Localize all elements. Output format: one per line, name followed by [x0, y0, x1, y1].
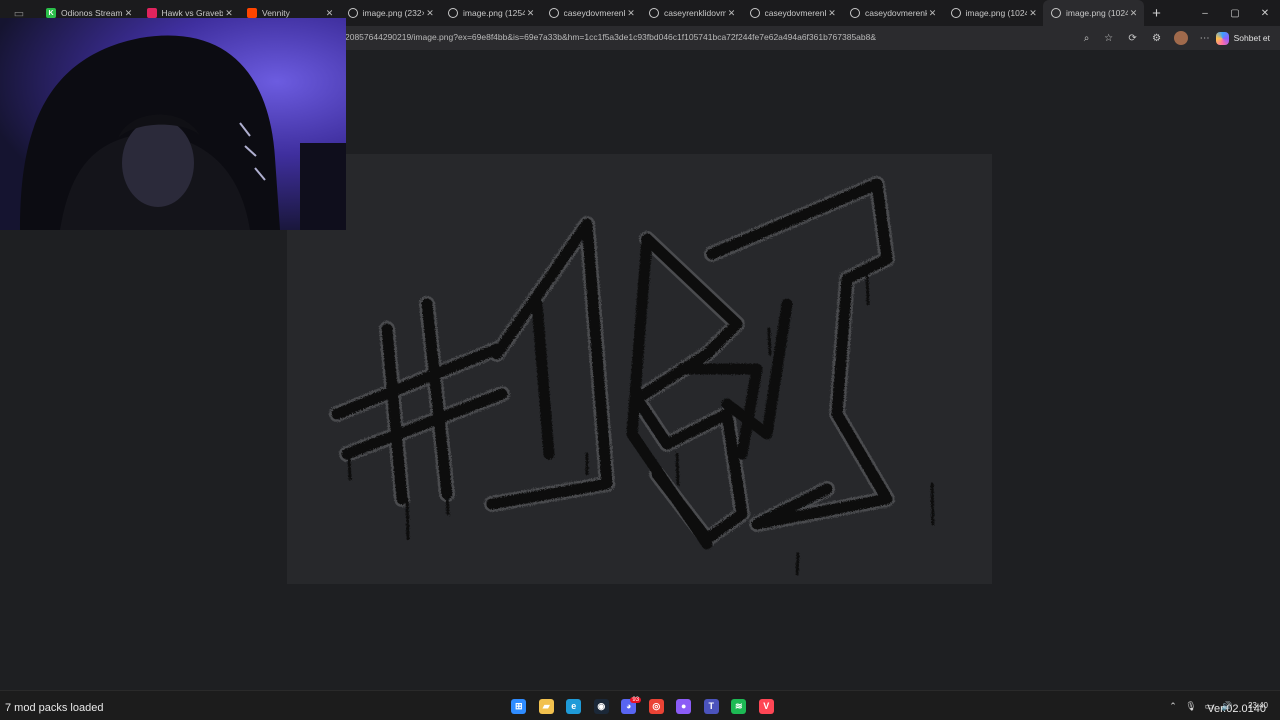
url-field[interactable]: 20857644290219/image.png?ex=69e8f4bb&is=…	[345, 32, 876, 42]
steam-icon: ◉	[593, 698, 609, 714]
chrome-icon: ◎	[648, 698, 664, 714]
globe-icon	[850, 8, 860, 18]
tab-close-icon[interactable]: ✕	[726, 8, 738, 19]
obs-taskbar-button[interactable]: ●	[670, 695, 698, 717]
maximize-button[interactable]: ▢	[1220, 8, 1250, 19]
tab-close-icon[interactable]: ✕	[826, 8, 838, 19]
profile-avatar[interactable]	[1173, 31, 1188, 45]
edge-icon: e	[566, 698, 582, 714]
obs-icon: ●	[676, 698, 692, 714]
close-window-button[interactable]: ✕	[1250, 8, 1280, 19]
tab-title: image.png (232×6	[362, 8, 425, 18]
tab-title: caseydovmerenkli	[764, 8, 827, 18]
tab-close-icon[interactable]: ✕	[525, 8, 537, 19]
mod-packs-status: 7 mod packs loaded	[5, 702, 104, 714]
graffiti-artwork	[329, 176, 935, 576]
copilot-label: Sohbet et	[1233, 33, 1270, 43]
graffiti-image[interactable]	[287, 154, 992, 584]
browser-tab[interactable]: image.png (1024×✕	[1043, 0, 1144, 26]
globe-icon	[749, 8, 760, 18]
browser-tab[interactable]: caseydovmerenkli ✕	[742, 0, 843, 26]
tab-close-icon[interactable]: ✕	[1027, 8, 1039, 19]
copilot-button[interactable]: Sohbet et	[1215, 31, 1280, 45]
extensions-icon[interactable]: ⟳	[1120, 33, 1146, 44]
browser-tab[interactable]: caseyrenklidovme ✕	[641, 0, 742, 26]
notification-badge: 93	[630, 697, 642, 703]
browser-tab[interactable]: image.png (232×6✕	[340, 0, 441, 26]
more-menu-icon[interactable]: ⋯	[1194, 33, 1216, 44]
window-controls: – ▢ ✕	[1190, 8, 1280, 19]
tab-title: image.png (1024×4	[965, 8, 1028, 18]
globe-icon	[448, 8, 458, 18]
windows-start-taskbar-button[interactable]: ⊞	[505, 695, 533, 717]
tab-title: Hawk vs Graveborn	[161, 8, 224, 18]
streamer-silhouette	[20, 35, 346, 230]
zoom-icon[interactable]: ⌕	[1076, 33, 1098, 44]
tab-close-icon[interactable]: ✕	[625, 8, 637, 19]
tray-overflow-icon[interactable]: ⌃	[1164, 701, 1182, 712]
tab-close-icon[interactable]: ✕	[223, 8, 235, 19]
version-overlay: Ver.02.0140	[1207, 703, 1266, 715]
tab-title: caseyrenklidovme	[664, 8, 726, 18]
browser-tab[interactable]: image.png (1254×1✕	[440, 0, 541, 26]
valorant-icon: V	[758, 698, 774, 714]
tab-title: image.png (1024×	[1066, 8, 1128, 18]
globe-icon	[347, 8, 358, 18]
spotify-icon: ≋	[731, 698, 747, 714]
windows-start-icon: ⊞	[511, 698, 527, 714]
tab-title: Odionos Stream - E	[61, 8, 123, 18]
tab-title: caseydovmerenkl	[563, 8, 626, 18]
tab-title: caseydovmerenkli	[865, 8, 927, 18]
teams-icon: T	[703, 698, 719, 714]
globe-icon	[649, 8, 659, 18]
globe-icon	[548, 8, 559, 18]
taskbar-apps: ⊞ ▰ e ◉ ◕ 93 ◎ ● T ≋ V	[505, 695, 780, 717]
tab-close-icon[interactable]: ✕	[1128, 8, 1140, 19]
teams-taskbar-button[interactable]: T	[698, 695, 726, 717]
webcam-overlay	[0, 18, 346, 230]
microphone-icon[interactable]: 🎙	[1182, 701, 1200, 712]
collections-icon[interactable]: ⚙	[1146, 33, 1168, 44]
globe-icon	[1051, 8, 1061, 18]
tab-title: Vennity	[262, 8, 290, 18]
folder-icon: ▰	[538, 698, 554, 714]
new-tab-button[interactable]: +	[1144, 5, 1170, 22]
steam-taskbar-button[interactable]: ◉	[588, 695, 616, 717]
red-icon	[146, 8, 157, 18]
tab-close-icon[interactable]: ✕	[123, 8, 135, 19]
minimize-button[interactable]: –	[1190, 8, 1220, 19]
k-icon: K	[46, 8, 56, 18]
tab-title: image.png (1254×1	[463, 8, 525, 18]
browser-tab[interactable]: caseydovmerenkl ✕	[541, 0, 642, 26]
tab-close-icon[interactable]: ✕	[424, 8, 436, 19]
chrome-taskbar-button[interactable]: ◎	[643, 695, 671, 717]
globe-icon	[950, 8, 961, 18]
edge-taskbar-button[interactable]: e	[560, 695, 588, 717]
tab-close-icon[interactable]: ✕	[927, 8, 939, 19]
toolbar-icons: ⌕ ☆ ⟳ ⚙ ⋯ Sohbet et	[1076, 26, 1280, 50]
browser-tab[interactable]: caseydovmerenkli ✕	[842, 0, 943, 26]
discord-taskbar-button[interactable]: ◕ 93	[615, 695, 643, 717]
copilot-icon	[1215, 31, 1229, 45]
folder-taskbar-button[interactable]: ▰	[533, 695, 561, 717]
favorite-star-icon[interactable]: ☆	[1098, 33, 1120, 44]
reddit-icon	[247, 8, 257, 18]
valorant-taskbar-button[interactable]: V	[753, 695, 781, 717]
taskbar: 7 mod packs loaded ⊞ ▰ e ◉ ◕ 93 ◎ ● T ≋ V ⌃ 🎙 ▭ 🔊 …	[0, 690, 1280, 720]
browser-tab[interactable]: image.png (1024×4✕	[943, 0, 1044, 26]
spotify-taskbar-button[interactable]: ≋	[725, 695, 753, 717]
tab-close-icon[interactable]: ✕	[324, 8, 336, 19]
